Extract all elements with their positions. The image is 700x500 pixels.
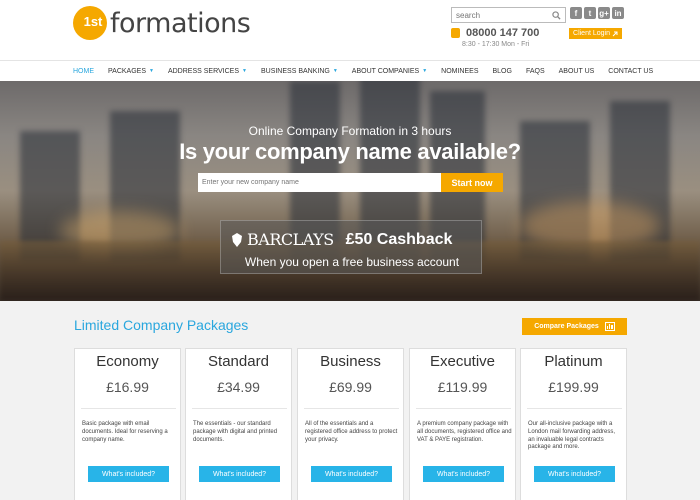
nav-label: CONTACT US xyxy=(608,67,654,75)
phone[interactable]: 08000 147 700 xyxy=(451,27,539,39)
package-card-business: Business £69.99 All of the essentials an… xyxy=(297,348,404,500)
linkedin-icon[interactable]: in xyxy=(612,7,624,19)
nav-about-companies[interactable]: ABOUT COMPANIES ▼ xyxy=(352,68,427,75)
packages-title: Limited Company Packages xyxy=(74,317,249,333)
nav-home[interactable]: HOME xyxy=(73,68,94,75)
package-name: Standard xyxy=(208,353,269,370)
chevron-down-icon: ▼ xyxy=(149,68,154,74)
chevron-down-icon: ▼ xyxy=(422,68,428,74)
nav-label: NOMINEES xyxy=(441,67,479,75)
divider xyxy=(527,408,622,409)
phone-icon xyxy=(451,28,460,38)
logo-text: formations xyxy=(110,7,251,39)
nav-label: ADDRESS SERVICES xyxy=(167,67,240,75)
package-card-standard: Standard £34.99 The essentials - our sta… xyxy=(185,348,292,500)
packages-section: Limited Company Packages Compare Package… xyxy=(0,301,700,500)
search-box xyxy=(451,7,566,23)
divider xyxy=(81,408,176,409)
logo-badge: 1st xyxy=(73,6,107,40)
barclays-subtext: When you open a free business account xyxy=(244,255,460,269)
cashback-offer: £50 Cashback xyxy=(345,230,453,248)
package-description: Our all-inclusive package with a London … xyxy=(528,421,616,451)
logo-sup: 1st xyxy=(83,14,103,29)
nav-about-us[interactable]: ABOUT US xyxy=(559,68,595,75)
twitter-icon[interactable]: t xyxy=(584,7,596,19)
barclays-promo[interactable]: BARCLAYS £50 Cashback When you open a fr… xyxy=(220,220,482,274)
package-description: All of the essentials and a registered o… xyxy=(305,421,398,443)
chevron-down-icon: ▼ xyxy=(332,68,338,74)
package-card-executive: Executive £119.99 A premium company pack… xyxy=(409,348,516,500)
divider xyxy=(416,408,511,409)
nav-label: BLOG xyxy=(492,67,512,75)
package-description: A premium company package with all docum… xyxy=(417,421,512,443)
compare-packages-button[interactable]: Compare Packages xyxy=(522,318,627,335)
whats-included-button[interactable]: What's included? xyxy=(534,466,615,482)
package-price: £119.99 xyxy=(437,379,488,395)
logo[interactable]: 1st formations xyxy=(73,6,251,40)
start-now-button[interactable]: Start now xyxy=(441,173,503,192)
nav-blog[interactable]: BLOG xyxy=(493,68,512,75)
nav-address-services[interactable]: ADDRESS SERVICES ▼ xyxy=(168,68,247,75)
package-price: £16.99 xyxy=(106,379,149,395)
facebook-icon[interactable]: f xyxy=(570,7,582,19)
package-name: Platinum xyxy=(544,353,603,370)
client-login-button[interactable]: Client Login xyxy=(569,28,622,39)
hero-title: Is your company name available? xyxy=(179,139,521,164)
package-price: £199.99 xyxy=(548,379,599,395)
nav-business-banking[interactable]: BUSINESS BANKING ▼ xyxy=(261,68,338,75)
google-plus-icon[interactable]: g+ xyxy=(598,7,610,19)
nav-label: HOME xyxy=(73,67,94,75)
search-input[interactable] xyxy=(452,10,548,20)
package-price: £69.99 xyxy=(329,379,372,395)
login-arrow-icon xyxy=(612,31,618,36)
main-nav: HOME PACKAGES ▼ ADDRESS SERVICES ▼ BUSINES… xyxy=(0,60,700,81)
nav-label: PACKAGES xyxy=(108,67,146,75)
bar-chart-icon xyxy=(604,322,615,331)
package-name: Executive xyxy=(429,353,496,370)
package-description: The essentials - our standard package wi… xyxy=(193,421,278,443)
nav-label: ABOUT COMPANIES xyxy=(351,67,420,75)
package-description: Basic package with email documents. Idea… xyxy=(82,421,168,443)
hero-subtitle: Online Company Formation in 3 hours xyxy=(248,124,452,138)
package-card-platinum: Platinum £199.99 Our all-inclusive packa… xyxy=(520,348,627,500)
nav-label: BUSINESS BANKING xyxy=(260,67,330,75)
whats-included-button[interactable]: What's included? xyxy=(311,466,392,482)
nav-label: ABOUT US xyxy=(558,67,595,75)
company-name-input[interactable] xyxy=(198,173,441,192)
search-icon[interactable] xyxy=(548,8,565,22)
company-search-form: Start now xyxy=(198,173,503,192)
package-name: Business xyxy=(320,353,381,370)
phone-number: 08000 147 700 xyxy=(466,27,540,39)
compare-label: Compare Packages xyxy=(534,323,599,330)
package-price: £34.99 xyxy=(217,379,260,395)
hero-banner: Online Company Formation in 3 hours Is y… xyxy=(0,81,700,301)
chevron-down-icon: ▼ xyxy=(242,68,247,74)
whats-included-button[interactable]: What's included? xyxy=(88,466,169,482)
nav-faqs[interactable]: FAQS xyxy=(526,68,545,75)
divider xyxy=(304,408,399,409)
site-header: 1st formations f t g+ in 08000 147 700 8… xyxy=(0,0,700,60)
nav-label: FAQS xyxy=(525,67,545,75)
nav-contact-us[interactable]: CONTACT US xyxy=(608,68,653,75)
whats-included-button[interactable]: What's included? xyxy=(199,466,280,482)
opening-hours: 8:30 - 17:30 Mon - Fri xyxy=(462,41,530,48)
social-links: f t g+ in xyxy=(570,7,624,19)
barclays-eagle-icon xyxy=(232,232,242,247)
whats-included-button[interactable]: What's included? xyxy=(423,466,504,482)
barclays-brand: BARCLAYS xyxy=(247,230,334,249)
package-name: Economy xyxy=(96,353,159,370)
package-card-economy: Economy £16.99 Basic package with email … xyxy=(74,348,181,500)
client-login-label: Client Login xyxy=(573,30,610,37)
divider xyxy=(192,408,287,409)
nav-nominees[interactable]: NOMINEES xyxy=(441,68,478,75)
nav-packages[interactable]: PACKAGES ▼ xyxy=(108,68,154,75)
